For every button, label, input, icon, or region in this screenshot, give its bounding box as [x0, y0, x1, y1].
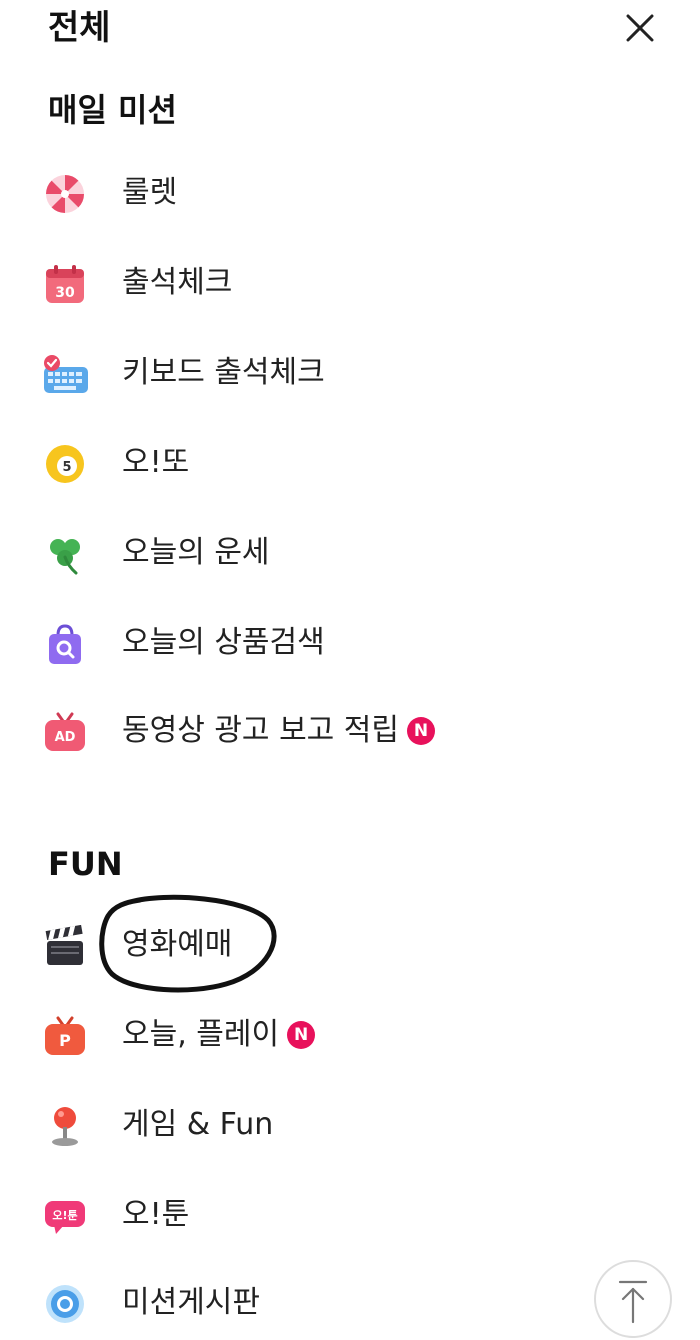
arrow-up-to-top-icon [618, 1280, 648, 1324]
clover-icon [50, 539, 80, 575]
menu-item-label: 동영상 광고 보고 적립 N [122, 710, 436, 752]
menu-item-mission-board[interactable]: 미션게시판 [0, 1268, 560, 1338]
menu-item-attendance-check[interactable]: 30 출석체크 [0, 248, 560, 318]
play-tv-icon-text: P [59, 1031, 71, 1050]
scroll-to-top-button[interactable] [594, 1260, 672, 1338]
close-icon [626, 14, 654, 42]
menu-item-label: 게임 & Fun [122, 1107, 274, 1142]
ad-tv-icon-text: AD [55, 730, 76, 745]
toon-bubble-icon: 오!툰 [45, 1201, 85, 1234]
page-title: 전체 [48, 8, 111, 48]
menu-item-label: 키보드 출석체크 [122, 355, 325, 390]
close-button[interactable] [620, 8, 660, 48]
menu-item-label: 오!툰 [122, 1197, 190, 1232]
menu-item-label: 오!또 [122, 445, 190, 480]
menu-item-label: 오늘, 플레이 N [122, 1014, 316, 1056]
menu-item-label: 영화예매 [122, 927, 233, 962]
lottery-ball-icon-text: 5 [62, 460, 71, 475]
shopping-bag-search-icon [49, 624, 81, 664]
menu-item-today-product-search[interactable]: 오늘의 상품검색 [0, 608, 560, 678]
roulette-icon [46, 175, 84, 213]
menu-item-movie-booking[interactable]: 영화예매 [0, 910, 560, 980]
joystick-icon [52, 1107, 78, 1146]
section-title-daily-mission: 매일 미션 [48, 91, 177, 129]
calendar-icon-text: 30 [55, 285, 75, 301]
menu-item-today-play[interactable]: P 오늘, 플레이 N [0, 1000, 560, 1070]
menu-item-olotto[interactable]: 5 오!또 [0, 428, 560, 498]
target-circle-icon [46, 1285, 84, 1323]
new-badge: N [407, 717, 436, 745]
calendar-icon: 30 [46, 265, 84, 303]
menu-item-game-fun[interactable]: 게임 & Fun [0, 1090, 560, 1160]
ad-tv-icon: AD [45, 712, 85, 751]
lottery-ball-icon: 5 [46, 445, 84, 483]
menu-item-label: 오늘의 상품검색 [122, 625, 325, 660]
keyboard-icon [44, 355, 88, 393]
menu-item-label-text: 동영상 광고 보고 적립 [122, 713, 400, 748]
menu-item-label: 룰렛 [122, 175, 178, 210]
clapperboard-icon [45, 925, 83, 965]
menu-item-today-fortune[interactable]: 오늘의 운세 [0, 518, 560, 588]
menu-item-label-text: 오늘, 플레이 [122, 1017, 280, 1052]
play-tv-icon: P [45, 1016, 85, 1055]
menu-item-label: 출석체크 [122, 265, 233, 300]
menu-item-video-ad-reward[interactable]: AD 동영상 광고 보고 적립 N [0, 696, 560, 766]
menu-item-label: 오늘의 운세 [122, 535, 270, 570]
new-badge: N [287, 1021, 316, 1049]
header: 전체 [0, 0, 700, 62]
menu-item-roulette[interactable]: 룰렛 [0, 158, 560, 228]
menu-item-otoon[interactable]: 오!툰 오!툰 [0, 1180, 560, 1250]
toon-bubble-icon-text: 오!툰 [52, 1209, 77, 1222]
menu-item-label: 미션게시판 [122, 1285, 260, 1320]
menu-item-keyboard-attendance[interactable]: 키보드 출석체크 [0, 338, 560, 408]
section-title-fun: FUN [48, 845, 123, 883]
